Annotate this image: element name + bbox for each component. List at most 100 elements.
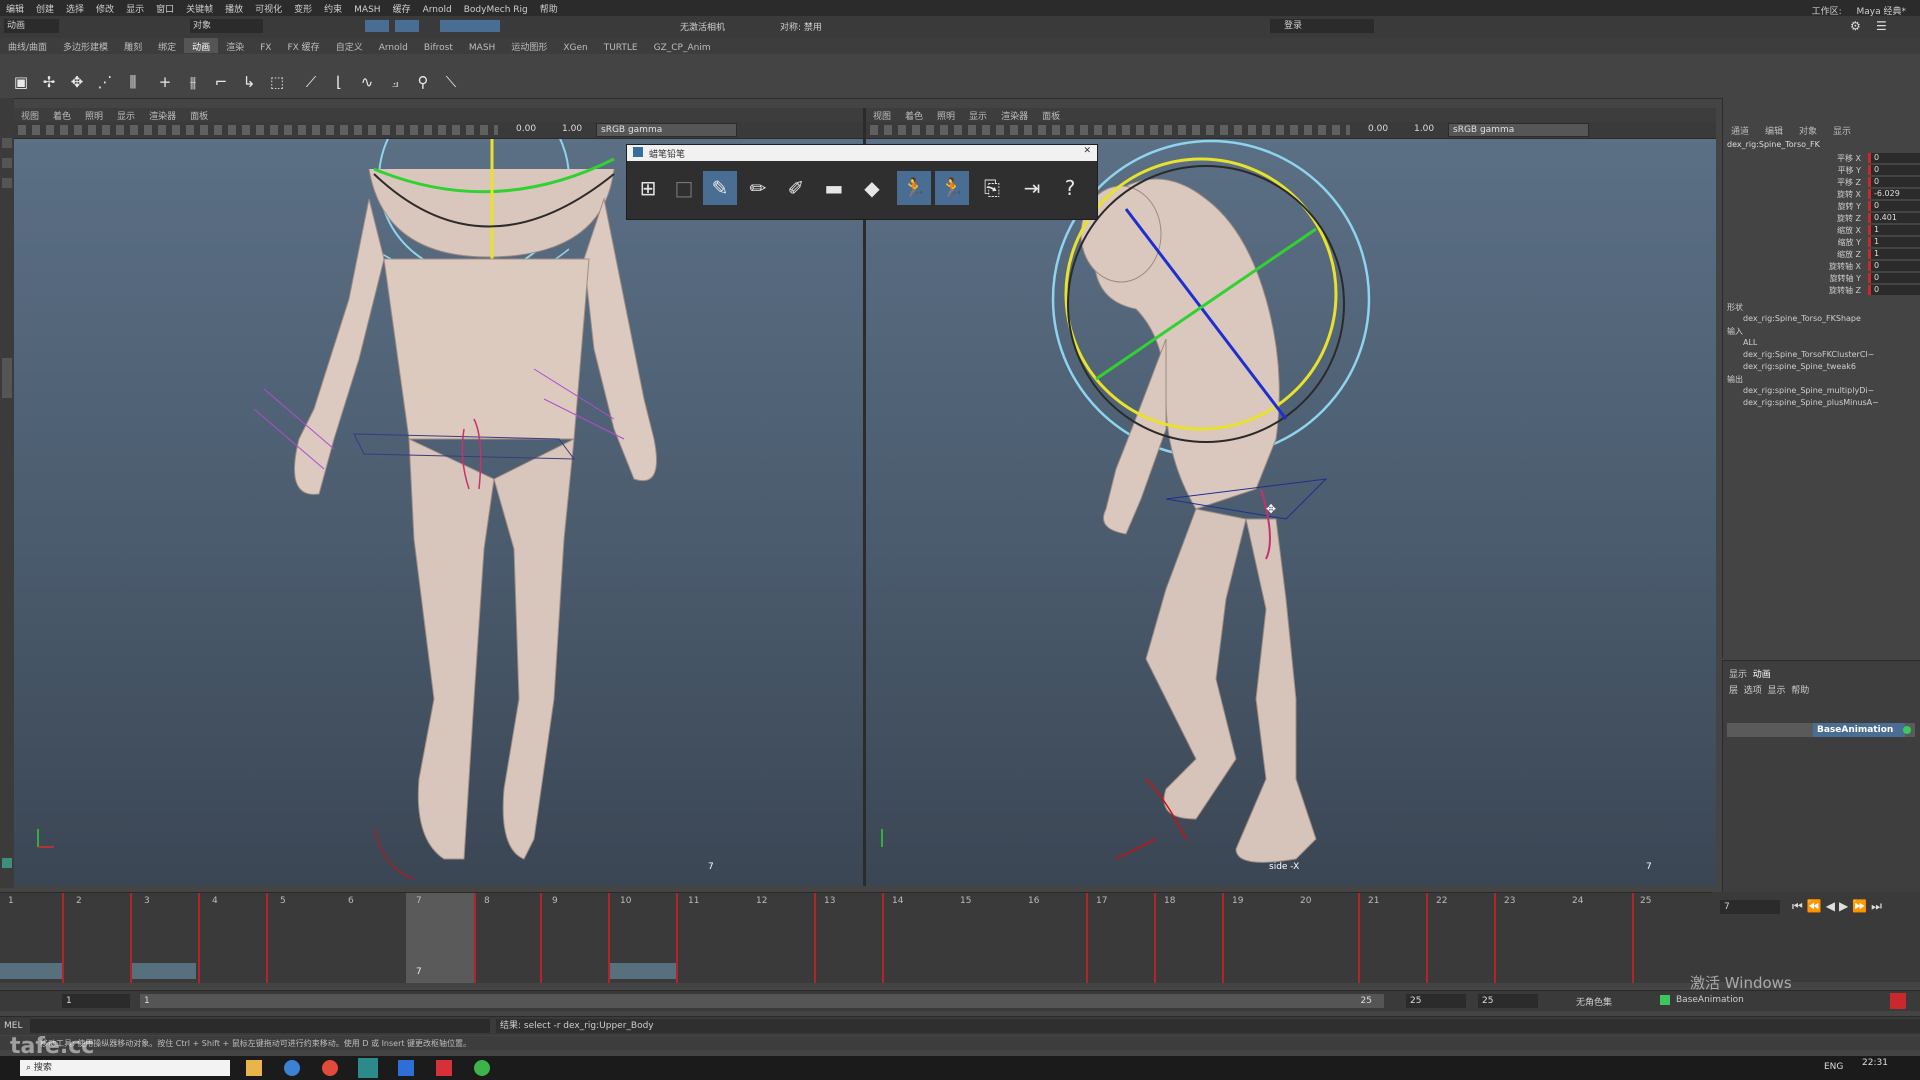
- grease-pencil-window[interactable]: 蜡笔铅笔 ✕ ⊞ □ ✎ ✏ ✐ ▬ ◆ 🏃 🏃 ⎘ ⇥ ?: [626, 144, 1098, 220]
- paint-weights-icon[interactable]: ↳: [236, 70, 262, 94]
- keyframe-marker[interactable]: [814, 893, 816, 983]
- symmetry-label[interactable]: 对称: 禁用: [780, 20, 822, 33]
- menu-set-dropdown[interactable]: 动画: [4, 19, 59, 33]
- shelf-tab[interactable]: FX 缓存: [279, 38, 327, 53]
- menu-item[interactable]: 修改: [90, 0, 120, 15]
- keyframe-marker[interactable]: [1086, 893, 1088, 983]
- attr-value[interactable]: 1: [1868, 237, 1920, 247]
- app-icon[interactable]: [398, 1060, 414, 1076]
- settings-icon[interactable]: ⚙: [1850, 19, 1861, 33]
- time-slider[interactable]: 1 2 3 4 5 6 7 8 9 10 11 12 13 14 15 16 1…: [0, 892, 1712, 983]
- vp-menu-item[interactable]: 渲染器: [142, 108, 183, 122]
- menu-item[interactable]: 关键帧: [180, 0, 219, 15]
- range-bar[interactable]: 1 25: [140, 994, 1384, 1008]
- frame-slot-icon[interactable]: □: [667, 171, 701, 205]
- keyframe-marker[interactable]: [62, 893, 64, 983]
- edge-icon[interactable]: [284, 1060, 300, 1076]
- ik-handle-icon[interactable]: ⫵: [180, 70, 206, 94]
- color-space-dropdown[interactable]: sRGB gamma: [596, 123, 737, 137]
- shelf-tab[interactable]: XGen: [555, 41, 595, 53]
- menu-item[interactable]: 窗口: [150, 0, 180, 15]
- cb-tab[interactable]: 对象: [1791, 122, 1825, 139]
- vp-menu-item[interactable]: 面板: [183, 108, 215, 122]
- select-tool-icon[interactable]: [2, 138, 12, 148]
- breakdown-icon[interactable]: ⫼: [120, 70, 146, 94]
- keyframe-marker[interactable]: [1494, 893, 1496, 983]
- viewport-left[interactable]: 视图 着色 照明 显示 渲染器 面板 0.00 1.00 sRGB gamma 7: [14, 108, 863, 886]
- output-node[interactable]: dex_rig:spine_Spine_multiplyDi~: [1743, 386, 1874, 395]
- layer-menu-item[interactable]: 选项: [1744, 686, 1762, 696]
- move-tool-icon[interactable]: [2, 158, 12, 168]
- anim-layer-row[interactable]: BaseAnimation: [1727, 723, 1915, 737]
- menu-item[interactable]: 帮助: [534, 0, 564, 15]
- shelf-tab[interactable]: 雕刻: [116, 38, 150, 53]
- gamma-value[interactable]: 1.00: [562, 124, 582, 134]
- add-frame-icon[interactable]: ⊞: [631, 171, 665, 205]
- layout-icon[interactable]: [2, 358, 12, 398]
- ep-curve-icon[interactable]: ⌊: [326, 70, 352, 94]
- keyframe-marker[interactable]: [1222, 893, 1224, 983]
- shelf-tab[interactable]: FX: [252, 41, 279, 53]
- vp-menu-item[interactable]: 照明: [78, 108, 110, 122]
- viewport-right[interactable]: 视图 着色 照明 显示 渲染器 面板 0.00 1.00 sRGB gamma ✥ sid…: [866, 108, 1716, 886]
- joint-icon[interactable]: +: [152, 70, 178, 94]
- shelf-tab[interactable]: 绑定: [150, 38, 184, 53]
- keyframe-marker[interactable]: [1154, 893, 1156, 983]
- help-icon[interactable]: ?: [1053, 171, 1087, 205]
- shelf-tab[interactable]: 渲染: [218, 38, 252, 53]
- keyframe-marker[interactable]: [474, 893, 476, 983]
- hard-eraser-icon[interactable]: ◆: [855, 171, 889, 205]
- attach-icon[interactable]: ⟓: [382, 70, 408, 94]
- quick-layout-icon[interactable]: [2, 858, 12, 868]
- object-name-field[interactable]: 对象: [190, 19, 263, 33]
- attr-value[interactable]: 0: [1868, 201, 1920, 211]
- panels-icon[interactable]: ☰: [1876, 19, 1887, 33]
- attr-value[interactable]: 0: [1868, 165, 1920, 175]
- input-node[interactable]: dex_rig:spine_Spine_tweak6: [1743, 362, 1856, 371]
- keyframe-marker[interactable]: [676, 893, 678, 983]
- snap-curve-icon[interactable]: [395, 20, 419, 32]
- motion-path-icon[interactable]: ⟍: [438, 70, 464, 94]
- key-rotate-icon[interactable]: ✥: [64, 70, 90, 94]
- vp-menu-item[interactable]: 着色: [46, 108, 78, 122]
- viewport-tool-icons[interactable]: [18, 125, 498, 135]
- vp-menu-item[interactable]: 显示: [110, 108, 142, 122]
- menu-item[interactable]: 播放: [219, 0, 249, 15]
- command-input[interactable]: [30, 1019, 490, 1033]
- shelf-tab[interactable]: 运动图形: [503, 38, 555, 53]
- layer-menu-item[interactable]: 帮助: [1791, 686, 1809, 696]
- keyframe-marker[interactable]: [882, 893, 884, 983]
- vp-menu-item[interactable]: 显示: [962, 108, 994, 122]
- input-language[interactable]: ENG: [1824, 1062, 1843, 1072]
- color-space-dropdown[interactable]: sRGB gamma: [1448, 123, 1589, 137]
- keyframe-marker[interactable]: [1632, 893, 1634, 983]
- input-node[interactable]: dex_rig:Spine_TorsoFKClusterCl~: [1743, 350, 1874, 359]
- taskbar-search[interactable]: ⌕ 搜索: [20, 1060, 230, 1076]
- constraint-icon[interactable]: ⚲: [410, 70, 436, 94]
- shelf-tab[interactable]: Bifrost: [416, 41, 461, 53]
- menu-item[interactable]: 可视化: [249, 0, 288, 15]
- vp-menu-item[interactable]: 视图: [14, 108, 46, 122]
- anim-layer-dropdown[interactable]: BaseAnimation: [1676, 995, 1744, 1005]
- current-time-field[interactable]: 7: [1720, 900, 1780, 914]
- cb-tab[interactable]: 显示: [1825, 122, 1859, 139]
- vp-menu-item[interactable]: 着色: [898, 108, 930, 122]
- end-time-field[interactable]: 25: [1406, 994, 1466, 1008]
- shelf-tab[interactable]: GZ_CP_Anim: [646, 41, 719, 53]
- cb-tab[interactable]: 编辑: [1757, 122, 1791, 139]
- snap-grid-icon[interactable]: [365, 20, 389, 32]
- attr-value[interactable]: 1: [1868, 225, 1920, 235]
- cluster-icon[interactable]: ⬚: [264, 70, 290, 94]
- menu-item[interactable]: 显示: [120, 0, 150, 15]
- keyframe-marker[interactable]: [608, 893, 610, 983]
- menu-item[interactable]: 选择: [60, 0, 90, 15]
- exposure-value[interactable]: 0.00: [516, 124, 536, 134]
- clock[interactable]: 22:31: [1862, 1058, 1888, 1068]
- rotate-tool-icon[interactable]: [2, 178, 12, 188]
- bind-skin-icon[interactable]: ⌐: [208, 70, 234, 94]
- attr-value[interactable]: 1: [1868, 249, 1920, 259]
- output-node[interactable]: dex_rig:spine_Spine_plusMinusA~: [1743, 398, 1879, 407]
- playback-end-field[interactable]: 25: [1478, 994, 1538, 1008]
- menu-item[interactable]: MASH: [348, 3, 386, 15]
- chrome-icon[interactable]: [322, 1060, 338, 1076]
